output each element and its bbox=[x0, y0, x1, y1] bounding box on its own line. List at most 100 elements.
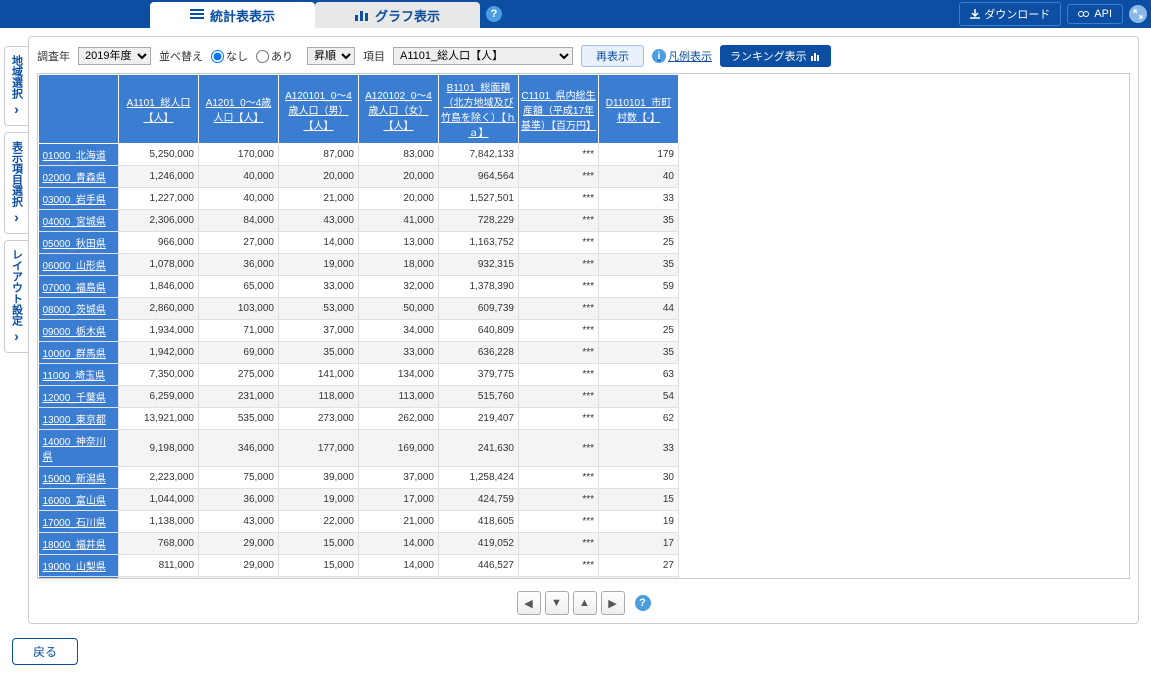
table-scroll[interactable]: A1101_総人口【人】 A1201_0～4歳人口【人】 A120101_0～4… bbox=[37, 73, 1130, 579]
cell: 231,000 bbox=[199, 386, 279, 408]
cell: 9,198,000 bbox=[119, 430, 199, 467]
ranking-icon bbox=[811, 51, 821, 61]
cell: 27 bbox=[599, 555, 679, 577]
pager-up[interactable]: ▲ bbox=[573, 591, 597, 615]
cell: 1,246,000 bbox=[119, 166, 199, 188]
cell: 29,000 bbox=[199, 533, 279, 555]
cell: 29,000 bbox=[199, 555, 279, 577]
cell: 37,000 bbox=[279, 320, 359, 342]
cell: 2,860,000 bbox=[119, 298, 199, 320]
cell: 966,000 bbox=[119, 232, 199, 254]
cell: *** bbox=[519, 533, 599, 555]
row-header[interactable]: 19000_山梨県 bbox=[39, 555, 119, 577]
cell: 7,842,133 bbox=[439, 144, 519, 166]
back-button[interactable]: 戻る bbox=[12, 638, 78, 665]
cell: 44 bbox=[599, 298, 679, 320]
cell: *** bbox=[519, 254, 599, 276]
cell: 38,000 bbox=[279, 577, 359, 580]
item-label: 項目 bbox=[363, 48, 385, 64]
cell: 19 bbox=[599, 511, 679, 533]
pager-help[interactable]: ? bbox=[635, 595, 651, 611]
cell: 1,258,424 bbox=[439, 467, 519, 489]
col-header[interactable]: D110101_市町村数【‐】 bbox=[599, 75, 679, 144]
cell: 262,000 bbox=[359, 408, 439, 430]
col-header[interactable]: A1201_0～4歳人口【人】 bbox=[199, 75, 279, 144]
tab-graph[interactable]: グラフ表示 bbox=[315, 2, 480, 28]
cell: 2,049,000 bbox=[119, 577, 199, 580]
sort-radio-group: なし あり bbox=[211, 48, 299, 64]
cell: *** bbox=[519, 298, 599, 320]
cell: 35,000 bbox=[279, 342, 359, 364]
col-header[interactable]: A1101_総人口【人】 bbox=[119, 75, 199, 144]
row-header[interactable]: 10000_群馬県 bbox=[39, 342, 119, 364]
side-tab-region[interactable]: 地域選択 › bbox=[4, 46, 28, 126]
item-select[interactable]: A1101_総人口【人】 bbox=[393, 47, 573, 65]
col-header[interactable]: A120102_0～4歳人口（女）【人】 bbox=[359, 75, 439, 144]
redisplay-button[interactable]: 再表示 bbox=[581, 45, 644, 67]
table-row: 20000_長野県2,049,00074,00038,00036,0001,35… bbox=[39, 577, 679, 580]
chevron-right-icon: › bbox=[14, 101, 19, 117]
row-header[interactable]: 09000_栃木県 bbox=[39, 320, 119, 342]
sort-order-select[interactable]: 昇順 bbox=[307, 47, 355, 65]
row-header[interactable]: 11000_埼玉県 bbox=[39, 364, 119, 386]
tab-stat-table[interactable]: 統計表表示 bbox=[150, 2, 315, 28]
cell: 177,000 bbox=[279, 430, 359, 467]
cell: 1,846,000 bbox=[119, 276, 199, 298]
cell: 1,356,156 bbox=[439, 577, 519, 580]
chevron-right-icon: › bbox=[14, 328, 19, 344]
cell: 69,000 bbox=[199, 342, 279, 364]
row-header[interactable]: 08000_茨城県 bbox=[39, 298, 119, 320]
side-tab-layout[interactable]: レイアウト設定 › bbox=[4, 240, 28, 353]
cell: 19,000 bbox=[279, 489, 359, 511]
tab-graph-label: グラフ表示 bbox=[375, 6, 440, 25]
ranking-button[interactable]: ランキング表示 bbox=[720, 45, 831, 67]
row-header[interactable]: 03000_岩手県 bbox=[39, 188, 119, 210]
row-header[interactable]: 20000_長野県 bbox=[39, 577, 119, 580]
cell: *** bbox=[519, 430, 599, 467]
row-header[interactable]: 07000_福島県 bbox=[39, 276, 119, 298]
row-header[interactable]: 18000_福井県 bbox=[39, 533, 119, 555]
pager-right[interactable]: ▶ bbox=[601, 591, 625, 615]
top-help[interactable]: ? bbox=[480, 0, 508, 28]
col-header[interactable]: B1101_総面積（北方地域及び竹島を除く）【ｈａ】 bbox=[439, 75, 519, 144]
cell: 17,000 bbox=[359, 489, 439, 511]
pager-down[interactable]: ▼ bbox=[545, 591, 569, 615]
info-icon: i bbox=[652, 49, 666, 63]
cell: 32,000 bbox=[359, 276, 439, 298]
row-header[interactable]: 15000_新潟県 bbox=[39, 467, 119, 489]
col-header[interactable]: A120101_0～4歳人口（男）【人】 bbox=[279, 75, 359, 144]
content-panel: 調査年 2019年度 並べ替え なし あり 昇順 項目 A1101_総人口【人】… bbox=[28, 36, 1139, 624]
row-header[interactable]: 06000_山形県 bbox=[39, 254, 119, 276]
cell: 346,000 bbox=[199, 430, 279, 467]
legend-button[interactable]: i 凡例表示 bbox=[652, 48, 712, 64]
pager-left[interactable]: ◀ bbox=[517, 591, 541, 615]
row-header[interactable]: 01000_北海道 bbox=[39, 144, 119, 166]
row-header[interactable]: 12000_千葉県 bbox=[39, 386, 119, 408]
row-header[interactable]: 17000_石川県 bbox=[39, 511, 119, 533]
api-button[interactable]: API bbox=[1067, 4, 1123, 24]
download-button[interactable]: ダウンロード bbox=[959, 2, 1061, 26]
cell: *** bbox=[519, 555, 599, 577]
col-header[interactable]: C1101_県内総生産額（平成17年基準）【百万円】 bbox=[519, 75, 599, 144]
cell: 1,934,000 bbox=[119, 320, 199, 342]
cell: 1,527,501 bbox=[439, 188, 519, 210]
cell: 640,809 bbox=[439, 320, 519, 342]
survey-year-select[interactable]: 2019年度 bbox=[78, 47, 151, 65]
cell: 1,378,390 bbox=[439, 276, 519, 298]
row-header[interactable]: 05000_秋田県 bbox=[39, 232, 119, 254]
side-tab-item[interactable]: 表示項目選択 › bbox=[4, 132, 28, 234]
row-header[interactable]: 16000_富山県 bbox=[39, 489, 119, 511]
cell: 74,000 bbox=[199, 577, 279, 580]
cell: *** bbox=[519, 386, 599, 408]
cell: 768,000 bbox=[119, 533, 199, 555]
row-header[interactable]: 13000_東京都 bbox=[39, 408, 119, 430]
row-header[interactable]: 14000_神奈川県 bbox=[39, 430, 119, 467]
sort-yes-radio[interactable] bbox=[256, 50, 269, 63]
collapse-button[interactable] bbox=[1129, 5, 1147, 23]
sort-none-radio[interactable] bbox=[211, 50, 224, 63]
row-header[interactable]: 04000_宮城県 bbox=[39, 210, 119, 232]
cell: 83,000 bbox=[359, 144, 439, 166]
cell: 609,739 bbox=[439, 298, 519, 320]
row-header[interactable]: 02000_青森県 bbox=[39, 166, 119, 188]
cell: *** bbox=[519, 408, 599, 430]
